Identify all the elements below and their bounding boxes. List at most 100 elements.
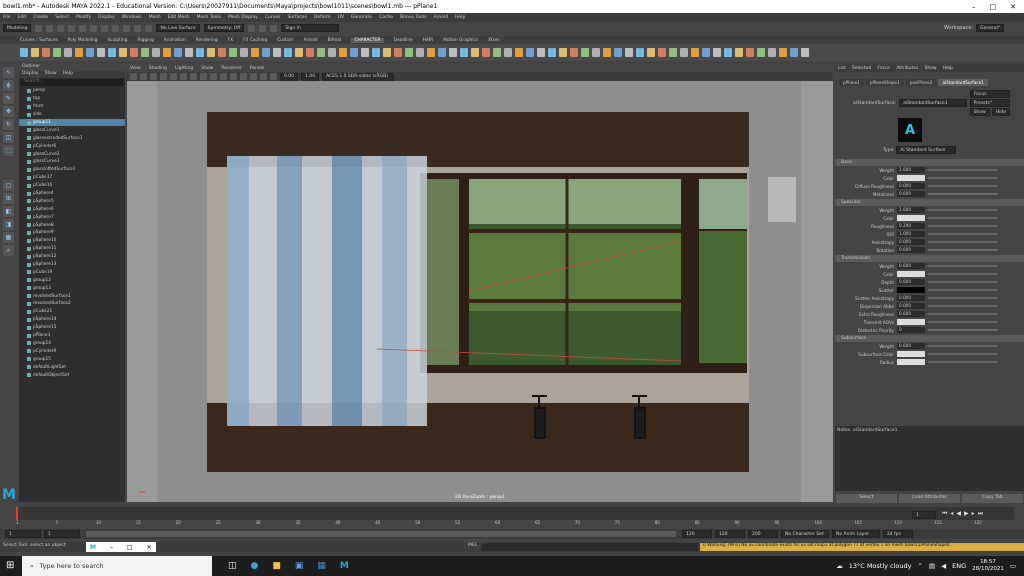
outliner-item[interactable]: group15 [19, 355, 125, 363]
shelf-tab-character[interactable]: CHARACTER [351, 37, 384, 43]
weather-icon[interactable]: ☁ [836, 562, 843, 570]
attr-field[interactable]: 0.000 [897, 183, 925, 189]
shelf-tool-icon[interactable] [53, 48, 61, 57]
shadows-icon[interactable] [240, 73, 247, 80]
attr-field[interactable]: 0.000 [897, 239, 925, 245]
outliner-item[interactable]: pCube19 [19, 268, 125, 276]
shelf-tool-icon[interactable] [449, 48, 457, 57]
load-attributes-button[interactable]: Load Attributes [899, 494, 960, 503]
live-surface-field[interactable]: No Live Surface [156, 24, 200, 32]
range-end2-field[interactable]: 120 [715, 530, 745, 538]
menu-mesh-display[interactable]: Mesh Display [228, 15, 258, 20]
section-header[interactable]: Base [835, 159, 1024, 166]
symmetry-dropdown[interactable]: Symmetry: Off [203, 24, 245, 32]
attr-field[interactable]: 1.000 [897, 167, 925, 173]
go-start-icon[interactable]: ⏮ [942, 510, 947, 518]
attr-field[interactable] [897, 319, 925, 325]
close-icon[interactable]: ✕ [1010, 3, 1016, 11]
outliner-item[interactable]: defaultObjectSet [19, 371, 125, 379]
textured-icon[interactable] [220, 73, 227, 80]
shelf-tool-icon[interactable] [64, 48, 72, 57]
attr-field[interactable]: 0 [897, 327, 925, 333]
shelf-tool-icon[interactable] [119, 48, 127, 57]
shelf-tool-icon[interactable] [702, 48, 710, 57]
workspace-dropdown[interactable]: General* [976, 24, 1004, 32]
undo-icon[interactable] [68, 24, 76, 32]
shelf-tool-icon[interactable] [97, 48, 105, 57]
play-back-icon[interactable]: ◀ [956, 510, 961, 518]
gamma-field[interactable]: 1.00 [301, 72, 320, 81]
outliner-item[interactable]: front [19, 103, 125, 111]
menu-file[interactable]: File [3, 15, 11, 20]
menu-edit[interactable]: Edit [18, 15, 27, 20]
attr-field[interactable]: 0.200 [897, 223, 925, 229]
ao-icon[interactable] [250, 73, 257, 80]
attr-field[interactable] [897, 175, 925, 181]
node-name-field[interactable]: aiStandardSurface1 [899, 99, 967, 107]
shelf-tool-icon[interactable] [658, 48, 666, 57]
shelf-tool-icon[interactable] [504, 48, 512, 57]
presets-button[interactable]: Presets* [969, 99, 1010, 107]
shelf-tool-icon[interactable] [427, 48, 435, 57]
store-icon[interactable]: ▣ [295, 561, 304, 571]
network-icon[interactable]: ▤ [929, 562, 935, 570]
shelf-tab-hair[interactable]: HAIR [423, 38, 433, 43]
shelf-tool-icon[interactable] [471, 48, 479, 57]
attr-slider[interactable] [928, 209, 998, 211]
save-scene-icon[interactable] [57, 24, 65, 32]
hide-button[interactable]: Hide [991, 108, 1010, 116]
shelf-tool-icon[interactable] [493, 48, 501, 57]
mel-label[interactable]: MEL [468, 543, 477, 548]
shelf-tool-icon[interactable] [559, 48, 567, 57]
clock-time[interactable]: 18:57 [980, 559, 996, 566]
viewport-menu-show[interactable]: Show [201, 66, 213, 71]
shelf-tool-icon[interactable] [185, 48, 193, 57]
shelf-tool-icon[interactable] [229, 48, 237, 57]
viewport-menu-panels[interactable]: Panels [250, 66, 264, 71]
outliner-item[interactable]: pCube17 [19, 174, 125, 182]
shelf-tab-arnold[interactable]: Arnold [304, 38, 318, 43]
snap-curve-icon[interactable] [134, 24, 142, 32]
outliner-item[interactable]: group11 [19, 118, 125, 127]
shelf-tool-icon[interactable] [394, 48, 402, 57]
attr-slider[interactable] [928, 321, 998, 323]
shelf-tool-icon[interactable] [779, 48, 787, 57]
attr-field[interactable] [897, 287, 925, 293]
shelf-tool-icon[interactable] [713, 48, 721, 57]
menu-edit-mesh[interactable]: Edit Mesh [168, 15, 190, 20]
shelf-tool-icon[interactable] [31, 48, 39, 57]
shelf-tool-icon[interactable] [163, 48, 171, 57]
attr-field[interactable] [897, 215, 925, 221]
character-set-dropdown[interactable]: No Character Set [781, 530, 829, 538]
attr-slider[interactable] [928, 265, 998, 267]
menu-mesh-tools[interactable]: Mesh Tools [197, 15, 221, 20]
shelf-tool-icon[interactable] [647, 48, 655, 57]
shelf-tab-animation[interactable]: Animation [164, 38, 186, 43]
select-object-icon[interactable] [101, 24, 109, 32]
shelf-tool-icon[interactable] [42, 48, 50, 57]
wireframe-icon[interactable] [200, 73, 207, 80]
film-gate-icon[interactable] [180, 73, 187, 80]
shelf-tool-icon[interactable] [746, 48, 754, 57]
attr-field[interactable] [897, 351, 925, 357]
outliner-item[interactable]: persp [19, 87, 125, 95]
outliner-menu-show[interactable]: Show [45, 71, 57, 78]
attr-slider[interactable] [928, 273, 998, 275]
side-layout-icon[interactable]: ◧ [3, 206, 14, 217]
shelf-tool-icon[interactable] [801, 48, 809, 57]
outliner-menu-display[interactable]: Display [22, 71, 39, 78]
attr-field[interactable] [897, 359, 925, 365]
mode-dropdown[interactable]: Modeling [3, 24, 32, 32]
outliner-item[interactable]: pSphere6 [19, 205, 125, 213]
shelf-tool-icon[interactable] [680, 48, 688, 57]
attr-slider[interactable] [928, 233, 998, 235]
attr-field[interactable]: 1.000 [897, 207, 925, 213]
outliner-item[interactable]: pSphere14 [19, 316, 125, 324]
photos-icon[interactable]: ▦ [317, 561, 326, 571]
attr-field[interactable]: 0.000 [897, 343, 925, 349]
lasso-tool-icon[interactable]: ϕ [3, 80, 14, 91]
minimize-icon[interactable]: – [110, 544, 113, 551]
grid-toggle-icon[interactable] [170, 73, 177, 80]
node-tab[interactable]: pPlane1 [839, 79, 864, 86]
type-dropdown[interactable]: Ai Standard Surface [896, 146, 957, 154]
